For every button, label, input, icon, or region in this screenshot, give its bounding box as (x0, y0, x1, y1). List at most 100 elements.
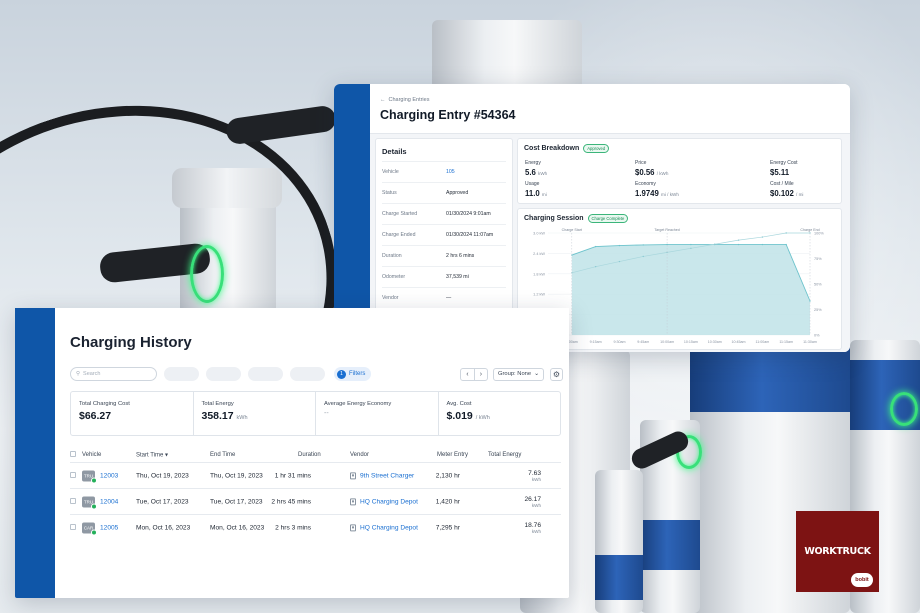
summary-label: Total Charging Cost (79, 401, 130, 407)
gear-icon: ⚙ (552, 369, 561, 379)
detail-value[interactable]: 105 (446, 169, 455, 175)
filter-chip[interactable] (248, 367, 283, 381)
vehicle-link[interactable]: 12003 (100, 472, 118, 479)
vendor-cell[interactable]: HQ Charging Depot (350, 497, 418, 505)
filter-chip[interactable] (164, 367, 199, 381)
soc-point (690, 247, 692, 249)
worktruck-logo: WORKTRUCK bobit (796, 511, 879, 592)
power-area (571, 244, 810, 335)
metric-cost-per-mile: Cost / Mile $0.102 / mi (770, 181, 804, 198)
settings-button[interactable]: ⚙ (550, 367, 563, 381)
filters-count-badge: 1 (337, 369, 346, 379)
power-point (737, 243, 740, 246)
summary-cell: Total Energy 358.17 kWh (192, 392, 316, 435)
summary-value: 358.17 kWh (201, 410, 248, 422)
next-page-button[interactable]: › (473, 368, 487, 380)
vehicle-type-badge: TRU (82, 496, 97, 509)
power-point (809, 300, 811, 302)
row-checkbox[interactable] (70, 471, 76, 478)
group-by-select[interactable]: Group: None ⌄ (492, 367, 544, 381)
x-tick-label: 10:00am (660, 340, 674, 344)
y2-tick-label: 50% (814, 283, 822, 287)
summary-bar: Total Charging Cost $66.27 Total Energy 35… (70, 391, 561, 436)
detail-label: Charge Started (382, 211, 418, 217)
vehicle-cell[interactable]: CAR 12005 (82, 522, 118, 535)
col-vendor[interactable]: Vendor (350, 452, 369, 458)
charger-led-ring (190, 245, 224, 303)
col-end-time[interactable]: End Time (210, 452, 235, 458)
search-input[interactable]: ⚲ Search (70, 367, 157, 381)
filter-chip[interactable] (290, 367, 325, 381)
vendor-cell[interactable]: 9th Street Charger (350, 471, 414, 479)
annotation-label: Charge Start (562, 228, 582, 232)
total-energy-cell: 7.63 kWh (528, 469, 541, 482)
metric-usage: Usage 11.0 mi (525, 181, 547, 198)
filters-button[interactable]: 1 Filters (334, 367, 372, 381)
soc-point (737, 239, 740, 241)
detail-row: Charge Ended 01/30/2024 11:07am (382, 224, 506, 245)
col-duration[interactable]: Duration (298, 452, 321, 458)
y-tick-label: 2.4 kW (533, 252, 545, 256)
duration-cell: 2 hrs 3 mins (275, 524, 311, 531)
duration-cell: 1 hr 31 mins (274, 472, 311, 479)
table-row[interactable]: TRU 12003 Thu, Oct 19, 2023 Thu, Oct 19, 20… (70, 462, 561, 488)
charger-led-ring (890, 392, 918, 426)
y-tick-label: 1.8 kW (533, 272, 545, 276)
page-title: Charging Entry #54364 (380, 108, 516, 122)
vehicle-link[interactable]: 12005 (100, 524, 118, 531)
status-badge: Approved (583, 144, 610, 153)
vendor-link[interactable]: HQ Charging Depot (360, 524, 418, 531)
cost-breakdown-panel: Cost Breakdown Approved Energy 5.6 kWh P… (517, 138, 842, 204)
vendor-link[interactable]: 9th Street Charger (360, 472, 414, 479)
detail-label: Odometer (382, 274, 406, 280)
start-time-cell: Tue, Oct 17, 2023 (136, 498, 189, 505)
power-point (618, 244, 621, 247)
row-checkbox[interactable] (70, 523, 76, 530)
bobit-badge: bobit (851, 573, 873, 587)
power-point (642, 244, 644, 246)
charger-icon (350, 523, 356, 531)
soc-point (642, 255, 644, 258)
summary-unit: / kWh (475, 415, 490, 421)
annotation-label: Charge End (800, 228, 819, 232)
vehicle-link[interactable]: 12004 (100, 498, 118, 505)
metric-price: Price $0.56 / kWh (635, 160, 669, 177)
metric-energy: Energy 5.6 kWh (525, 160, 548, 177)
row-checkbox[interactable] (70, 497, 76, 504)
vendor-cell[interactable]: HQ Charging Depot (350, 523, 418, 531)
detail-row: Charge Started 01/30/2024 9:01am (382, 203, 506, 224)
total-energy-cell: 18.76 kWh (524, 521, 541, 534)
power-point (785, 243, 787, 246)
select-all-checkbox[interactable] (70, 451, 76, 457)
col-start-time[interactable]: Start Time ▾ (136, 452, 168, 459)
chevron-down-icon: ⌄ (534, 371, 539, 377)
charging-session-title: Charging Session (524, 215, 584, 222)
detail-label: Charge Ended (382, 232, 416, 238)
soc-point (761, 236, 764, 238)
prev-page-button[interactable]: ‹ (461, 369, 474, 380)
col-total-energy[interactable]: Total Energy (488, 452, 521, 458)
vehicle-cell[interactable]: TRU 12004 (82, 496, 118, 509)
charger-post (432, 20, 582, 90)
vendor-link[interactable]: HQ Charging Depot (360, 498, 418, 505)
table-row[interactable]: TRU 12004 Tue, Oct 17, 2023 Tue, Oct 17, 20… (70, 488, 561, 514)
detail-row: Vehicle 105 (382, 161, 506, 182)
summary-cell: Avg. Cost $.019 / kWh (437, 392, 561, 435)
vehicle-cell[interactable]: TRU 12003 (82, 470, 118, 483)
summary-value: -- (324, 410, 329, 417)
end-time-cell: Tue, Oct 17, 2023 (210, 498, 263, 505)
detail-value: 01/30/2024 9:01am (446, 211, 491, 217)
start-time-cell: Mon, Oct 16, 2023 (136, 524, 191, 531)
breadcrumb[interactable]: ← Charging Entries (380, 97, 850, 103)
x-tick-label: 11:00am (756, 340, 770, 344)
x-tick-label: 9:30am (613, 340, 625, 344)
col-meter-entry[interactable]: Meter Entry (437, 452, 468, 458)
col-vehicle[interactable]: Vehicle (82, 452, 101, 458)
table-row[interactable]: CAR 12005 Mon, Oct 16, 2023 Mon, Oct 16, 20… (70, 514, 561, 540)
breadcrumb-link[interactable]: Charging Entries (389, 97, 430, 103)
power-point (761, 243, 764, 246)
soc-point (618, 260, 621, 263)
charging-history-card: Charging History ⚲ Search 1 Filters ‹ › … (15, 308, 569, 598)
filter-chip[interactable] (206, 367, 241, 381)
summary-cell: Average Energy Economy -- (315, 392, 438, 435)
